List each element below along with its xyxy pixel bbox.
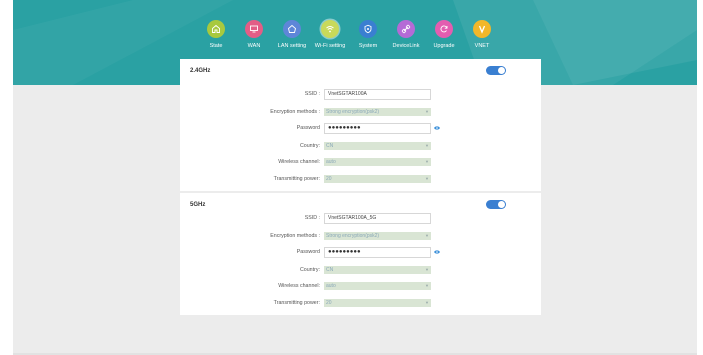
country-value: CN — [326, 267, 334, 273]
chevron-down-icon: ▼ — [425, 300, 429, 305]
encryption-label: Encryption methods : — [270, 109, 320, 115]
encryption-select[interactable]: Strong encryption(psk2) ▼ — [324, 108, 431, 116]
band-enable-toggle[interactable] — [486, 66, 506, 75]
nav-label-vnet: VNET — [474, 43, 490, 49]
toggle-knob — [498, 201, 505, 208]
band-title: 5GHz — [190, 202, 206, 208]
power-value: 20 — [326, 300, 332, 306]
power-select[interactable]: 20 ▼ — [324, 175, 431, 183]
channel-value: auto — [326, 283, 336, 289]
shield-icon — [359, 20, 377, 38]
channel-select[interactable]: auto ▼ — [324, 282, 431, 290]
nav-item-wifi-setting[interactable]: Wi-Fi setting — [310, 20, 350, 56]
country-label: Country: — [299, 267, 320, 273]
nav-item-vnet[interactable]: VNET — [462, 20, 502, 56]
refresh-icon — [435, 20, 453, 38]
power-label: Transmitting power: — [273, 300, 320, 306]
encryption-value: Strong encryption(psk2) — [326, 233, 380, 239]
monitor-icon — [245, 20, 263, 38]
encryption-label: Encryption methods : — [270, 233, 320, 239]
power-value: 20 — [326, 176, 332, 182]
chevron-down-icon: ▼ — [425, 159, 429, 164]
password-label: Password — [296, 249, 320, 255]
nav-item-wan[interactable]: WAN — [234, 20, 274, 56]
band-5ghz-card: 5GHz SSID : VnetSGTAR100A_5G Encryption … — [180, 193, 541, 315]
chevron-down-icon: ▼ — [425, 283, 429, 288]
country-value: CN — [326, 143, 334, 149]
power-select[interactable]: 20 ▼ — [324, 299, 431, 307]
power-label: Transmitting power: — [273, 176, 320, 182]
ssid-label: SSID : — [304, 91, 320, 97]
country-select[interactable]: CN ▼ — [324, 142, 431, 150]
encryption-select[interactable]: Strong encryption(psk2) ▼ — [324, 232, 431, 240]
channel-label: Wireless channel: — [278, 159, 320, 165]
password-input[interactable]: ●●●●●●●●● — [324, 247, 431, 258]
wifi-icon — [321, 20, 339, 38]
eye-icon[interactable] — [434, 126, 440, 130]
channel-label: Wireless channel: — [278, 283, 320, 289]
chevron-down-icon: ▼ — [425, 143, 429, 148]
ssid-input[interactable]: VnetSGTAR100A — [324, 89, 431, 100]
eye-icon[interactable] — [434, 250, 440, 254]
password-label: Password — [296, 125, 320, 131]
home-icon — [207, 20, 225, 38]
password-input[interactable]: ●●●●●●●●● — [324, 123, 431, 134]
nav-item-state[interactable]: State — [196, 20, 236, 56]
toggle-knob — [498, 67, 505, 74]
ssid-input[interactable]: VnetSGTAR100A_5G — [324, 213, 431, 224]
chevron-down-icon: ▼ — [425, 109, 429, 114]
nav-item-devicelink[interactable]: DeviceLink — [386, 20, 426, 56]
encryption-value: Strong encryption(psk2) — [326, 109, 380, 115]
chevron-down-icon: ▼ — [425, 267, 429, 272]
nav-item-upgrade[interactable]: Upgrade — [424, 20, 464, 56]
country-label: Country: — [299, 143, 320, 149]
chevron-down-icon: ▼ — [425, 233, 429, 238]
country-select[interactable]: CN ▼ — [324, 266, 431, 274]
chevron-down-icon: ▼ — [425, 176, 429, 181]
link-icon — [397, 20, 415, 38]
nav-item-system[interactable]: System — [348, 20, 388, 56]
house-icon — [283, 20, 301, 38]
band-title: 2.4GHz — [190, 68, 211, 74]
nav-item-lan-setting[interactable]: LAN setting — [272, 20, 312, 56]
channel-value: auto — [326, 159, 336, 165]
channel-select[interactable]: auto ▼ — [324, 158, 431, 166]
v-logo-icon — [473, 20, 491, 38]
band-24ghz-card: 2.4GHz SSID : VnetSGTAR100A Encryption m… — [180, 59, 541, 191]
ssid-label: SSID : — [304, 215, 320, 221]
band-enable-toggle[interactable] — [486, 200, 506, 209]
